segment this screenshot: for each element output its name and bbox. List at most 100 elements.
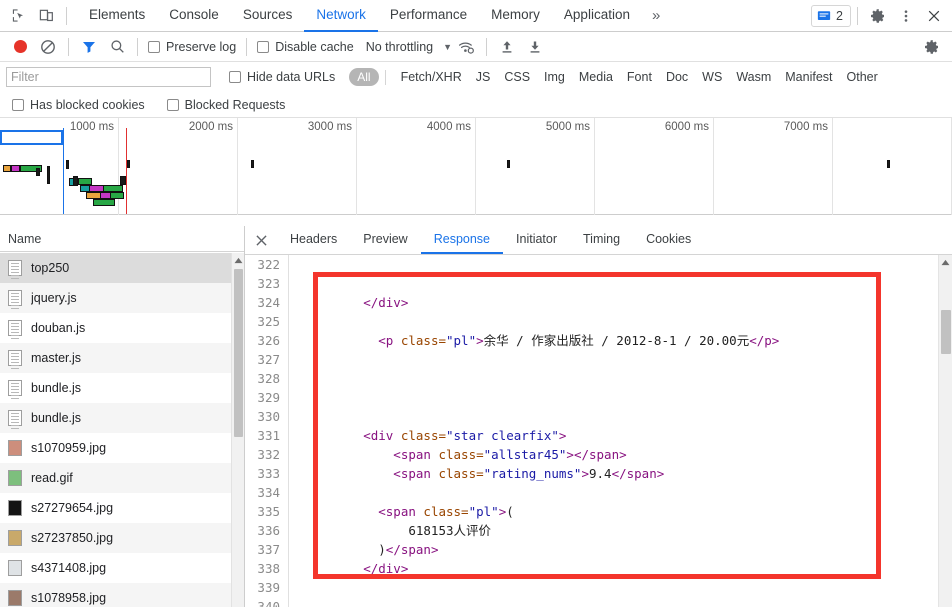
code-line: 327 [245,350,952,369]
hide-data-urls-label: Hide data URLs [247,70,336,84]
import-har-icon[interactable] [493,34,521,60]
tab-performance[interactable]: Performance [378,0,479,32]
checkbox-box [148,40,160,53]
detail-tab-timing[interactable]: Timing [570,226,633,254]
code-line: 333 <span class="rating_nums">9.4</span> [245,464,952,483]
request-row[interactable]: s27279654.jpg [0,493,244,523]
line-number: 324 [245,293,289,312]
request-row[interactable]: s27237850.jpg [0,523,244,553]
inspect-element-icon[interactable] [4,3,32,29]
type-filter-manifest[interactable]: Manifest [778,70,839,84]
tab-memory[interactable]: Memory [479,0,552,32]
device-toolbar-icon[interactable] [32,3,60,29]
kebab-menu-icon[interactable] [892,3,920,29]
type-filter-doc[interactable]: Doc [659,70,695,84]
detail-tab-initiator[interactable]: Initiator [503,226,570,254]
timeline-tick-cell: 2000 ms [119,118,238,215]
record-icon [13,40,27,53]
detail-tab-headers[interactable]: Headers [277,226,350,254]
line-number: 339 [245,578,289,597]
type-filter-all[interactable]: All [349,68,379,86]
scrollbar-thumb[interactable] [941,310,951,354]
devtools-window: Elements Console Sources Network Perform… [0,0,952,607]
close-detail-icon[interactable] [245,226,277,254]
request-row[interactable]: master.js [0,343,244,373]
request-row[interactable]: jquery.js [0,283,244,313]
type-filter-other[interactable]: Other [840,70,885,84]
code-token: </p> [749,333,780,348]
close-icon[interactable] [920,3,948,29]
requests-column-header[interactable]: Name [0,226,244,252]
type-filter-ws[interactable]: WS [695,70,729,84]
timeline-selection-window[interactable] [0,130,63,145]
devtools-tabbar: Elements Console Sources Network Perform… [0,0,952,32]
type-filter-img[interactable]: Img [537,70,572,84]
detail-tabbar: Headers Preview Response Initiator Timin… [245,226,952,255]
request-row[interactable]: top250 [0,253,244,283]
request-row[interactable]: s4371408.jpg [0,553,244,583]
preserve-log-checkbox[interactable]: Preserve log [148,40,236,54]
tab-console[interactable]: Console [157,0,231,32]
response-code[interactable]: 322 323 324 </div> 325 326 <p class="pl">余华 … [245,255,952,607]
request-row[interactable]: bundle.js [0,373,244,403]
detail-tab-preview[interactable]: Preview [350,226,420,254]
filter-divider [384,69,386,85]
search-icon[interactable] [103,34,131,60]
wifi-settings-icon[interactable] [452,34,480,60]
disable-cache-checkbox[interactable]: Disable cache [257,40,354,54]
type-filter-css[interactable]: CSS [497,70,537,84]
requests-list[interactable]: top250 jquery.js douban.js master.js bundle.… [0,253,244,607]
code-token: ( [506,504,514,519]
column-header-name: Name [8,231,42,246]
type-filter-js[interactable]: JS [469,70,498,84]
scroll-up-icon[interactable] [232,253,244,267]
chevron-down-icon[interactable]: ▼ [443,42,452,52]
response-scrollbar[interactable] [938,255,952,607]
detail-tab-cookies[interactable]: Cookies [633,226,704,254]
request-row[interactable]: s1078958.jpg [0,583,244,607]
blocked-requests-checkbox[interactable]: Blocked Requests [166,98,285,112]
requests-scrollbar[interactable] [231,253,244,607]
type-filter-media[interactable]: Media [572,70,620,84]
network-overview-timeline[interactable]: 1000 ms 2000 ms 3000 ms 4000 ms 5000 ms 6000 … [0,118,952,215]
code-text: </div> [289,293,408,312]
scrollbar-thumb[interactable] [234,269,243,437]
hide-data-urls-checkbox[interactable]: Hide data URLs [229,70,335,84]
has-blocked-cookies-checkbox[interactable]: Has blocked cookies [12,98,145,112]
tab-application[interactable]: Application [552,0,642,32]
request-row[interactable]: s1070959.jpg [0,433,244,463]
type-filter-fetch-xhr[interactable]: Fetch/XHR [394,70,469,84]
type-filter-wasm[interactable]: Wasm [729,70,778,84]
code-line: 328 [245,369,952,388]
request-row[interactable]: douban.js [0,313,244,343]
tab-network[interactable]: Network [304,0,378,32]
type-filter-font[interactable]: Font [620,70,659,84]
request-row[interactable]: read.gif [0,463,244,493]
clear-button[interactable] [34,34,62,60]
console-messages-badge[interactable]: 2 [811,4,851,27]
network-settings-gear-icon[interactable] [918,34,946,60]
gear-icon[interactable] [864,3,892,29]
response-body-viewer[interactable]: 322 323 324 </div> 325 326 <p class="pl">余华 … [245,255,952,607]
line-number: 328 [245,369,289,388]
timeline-tick-cell: 4000 ms [357,118,476,215]
filter-input[interactable] [6,67,211,87]
timeline-tick-cell: 3000 ms [238,118,357,215]
request-row[interactable]: bundle.js [0,403,244,433]
detail-tab-response[interactable]: Response [420,226,504,254]
tab-elements[interactable]: Elements [77,0,157,32]
code-text: <span class="pl">( [289,502,514,521]
scroll-up-icon[interactable] [939,255,952,269]
network-toolbar-right [918,34,952,60]
image-icon [8,469,23,487]
more-tabs-icon[interactable]: » [642,7,670,24]
record-button[interactable] [6,34,34,60]
line-number: 332 [245,445,289,464]
throttling-select[interactable]: No throttling [366,40,433,54]
tab-sources[interactable]: Sources [231,0,305,32]
code-token: class= [438,466,484,481]
code-token: 余华 / 作家出版社 / 2012-8-1 / 20.00元 [483,333,750,348]
export-har-icon[interactable] [521,34,549,60]
code-text: <p class="pl">余华 / 作家出版社 / 2012-8-1 / 20… [289,331,779,350]
filter-icon[interactable] [75,34,103,60]
